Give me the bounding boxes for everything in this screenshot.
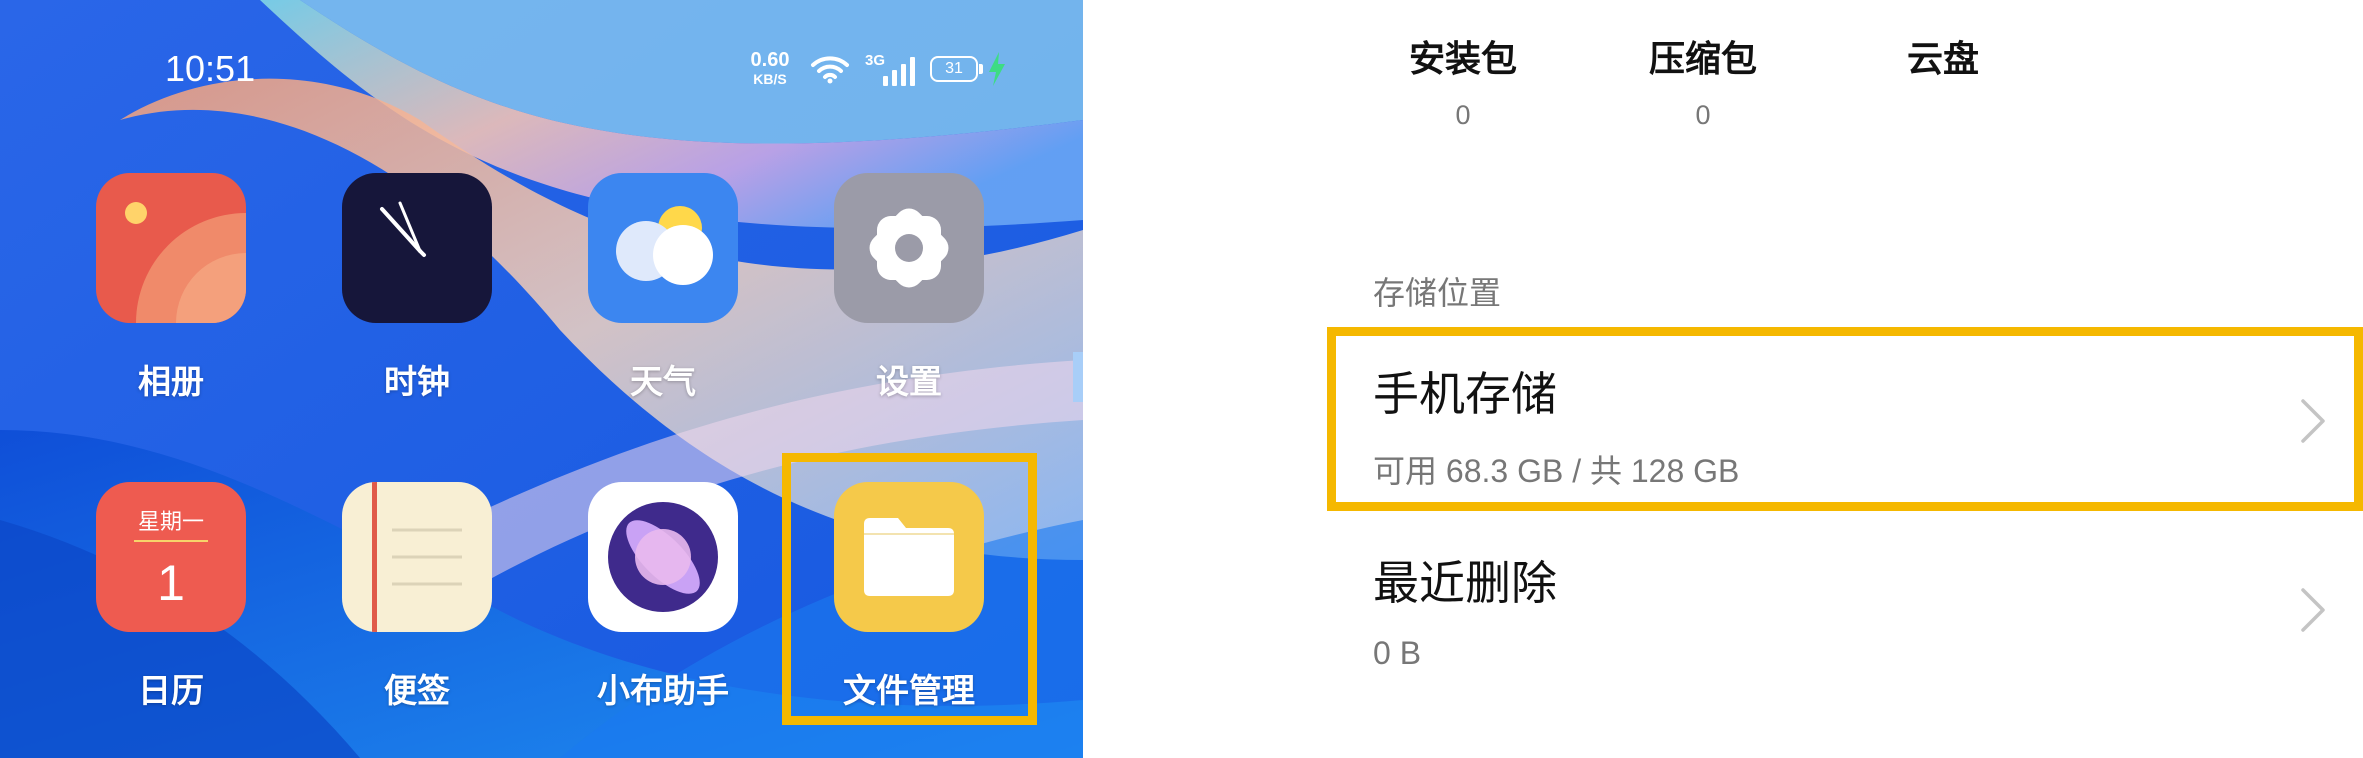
category-name: 云盘: [1906, 39, 1979, 80]
recently-deleted-row[interactable]: 最近删除 0 B: [1373, 547, 2363, 672]
category-name: 安装包: [1408, 39, 1517, 80]
app-notes[interactable]: 便签: [327, 482, 507, 712]
wifi-icon: [811, 56, 849, 84]
app-label: 设置: [876, 362, 942, 401]
battery-nub: [979, 64, 983, 74]
phone-home-screen: 10:51 0.60 KB/S 3G 31 相册 时钟 天气 设置 星期一 1 …: [0, 0, 1083, 758]
gear-icon: [834, 173, 984, 323]
network-speed: 0.60 KB/S: [742, 50, 798, 86]
app-label: 日历: [138, 671, 204, 710]
app-photos[interactable]: 相册: [81, 173, 261, 403]
battery-level: 31: [945, 60, 963, 77]
clock-icon: [342, 173, 492, 323]
highlight-box-phone-storage: [1327, 327, 2363, 511]
storage-title: 最近删除: [1373, 556, 1557, 610]
network-speed-value: 0.60: [750, 49, 790, 71]
battery-icon: 31: [930, 56, 978, 82]
section-title: 存储位置: [1373, 274, 1502, 312]
calendar-date: 1: [157, 555, 185, 611]
network-speed-unit: KB/S: [753, 71, 787, 87]
calendar-weekday: 星期一: [137, 510, 204, 535]
highlight-box-file-manager: [782, 453, 1037, 725]
category-count: 0: [1695, 100, 1711, 130]
app-label: 小布助手: [597, 671, 729, 710]
chevron-right-icon: [2301, 588, 2325, 632]
assistant-icon: [588, 482, 738, 632]
status-time: 10:51: [165, 48, 256, 89]
app-calendar[interactable]: 星期一 1 日历: [81, 482, 261, 712]
app-settings[interactable]: 设置: [819, 173, 999, 403]
weather-icon: [588, 173, 738, 323]
app-weather[interactable]: 天气: [573, 173, 753, 403]
app-label: 便签: [384, 671, 450, 710]
signal-icon: [883, 57, 915, 86]
app-assistant[interactable]: 小布助手: [573, 482, 753, 712]
category-count: 0: [1455, 100, 1471, 130]
category-archive[interactable]: 压缩包 0: [1583, 30, 1823, 131]
category-cloud[interactable]: 云盘: [1823, 30, 2063, 100]
app-label: 天气: [630, 362, 696, 401]
category-apk[interactable]: 安装包 0: [1343, 30, 1583, 131]
photos-icon: [96, 173, 246, 323]
calendar-icon: 星期一 1: [96, 482, 246, 632]
notes-icon: [342, 482, 492, 632]
file-manager-screen: 安装包 0 压缩包 0 云盘 存储位置 手机存储 可用 68.3 GB / 共 …: [1083, 0, 2363, 758]
app-label: 时钟: [384, 362, 450, 401]
calendar-divider: [134, 540, 208, 542]
storage-subtitle: 0 B: [1373, 635, 1422, 671]
charging-icon: [989, 52, 1005, 86]
app-clock[interactable]: 时钟: [327, 173, 507, 403]
app-label: 相册: [138, 362, 204, 401]
category-name: 压缩包: [1648, 39, 1757, 80]
